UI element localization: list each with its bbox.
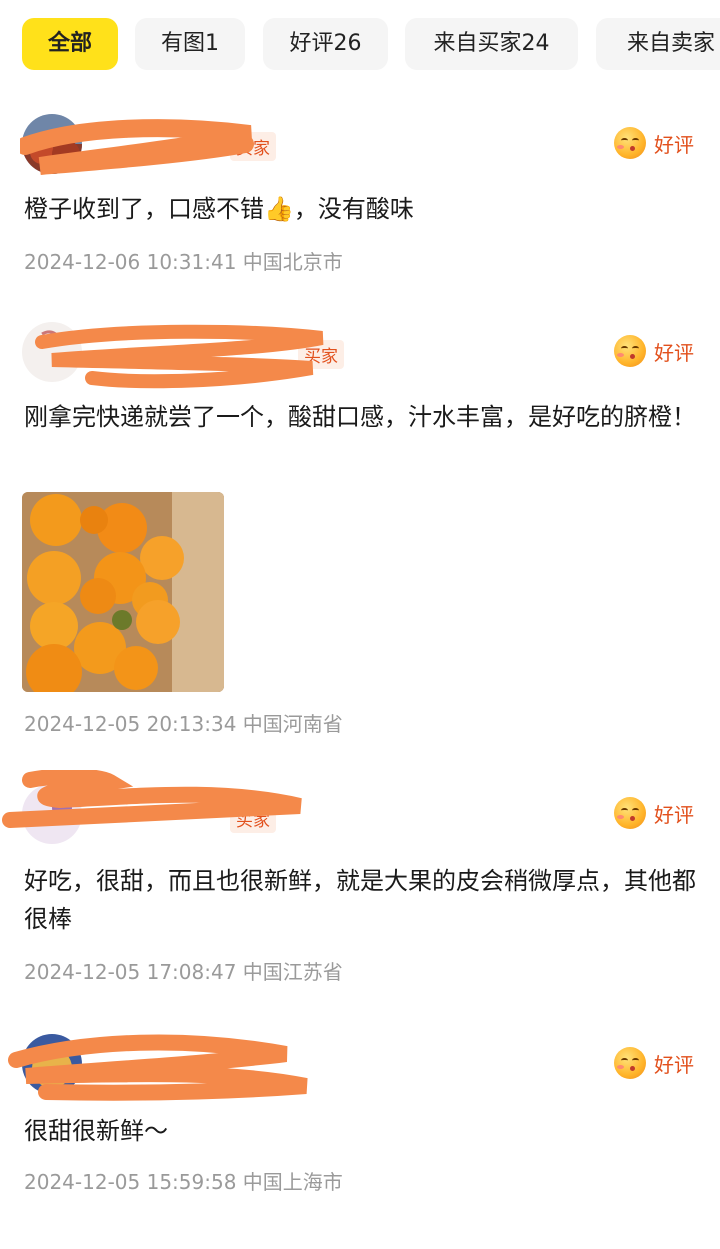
smile-emoji-icon	[614, 1047, 646, 1079]
tab-all[interactable]: 全部	[22, 18, 118, 70]
review-location: 中国河南省	[242, 712, 343, 736]
review-photo[interactable]	[22, 492, 224, 692]
smile-emoji-icon	[614, 797, 646, 829]
review-content: 很甜很新鲜～	[24, 1117, 168, 1145]
redaction-mark	[8, 1034, 308, 1101]
rating-badge: 好评	[614, 1046, 694, 1080]
review-item: 买家 好评 刚拿完快递就尝了一个，酸甜口感，汁水丰富，是好吃的脐橙！ 2024-…	[0, 318, 720, 748]
review-location: 中国江苏省	[242, 960, 343, 984]
review-meta: 2024-12-05 17:08:47 中国江苏省	[24, 956, 343, 985]
review-content: 橙子收到了，口感不错👍，没有酸味	[24, 195, 414, 223]
redaction-mark	[20, 119, 254, 175]
rating-badge: 好评	[614, 126, 694, 160]
tab-with-image[interactable]: 有图1	[135, 18, 245, 70]
review-date: 2024-12-05 15:59:58	[24, 1170, 237, 1194]
rating-badge: 好评	[614, 334, 694, 368]
tab-from-seller[interactable]: 来自卖家	[596, 18, 720, 70]
orange-photo-icon	[22, 492, 224, 692]
rating-badge: 好评	[614, 796, 694, 830]
redaction-mark	[2, 770, 302, 828]
tab-positive[interactable]: 好评26	[263, 18, 388, 70]
review-content: 刚拿完快递就尝了一个，酸甜口感，汁水丰富，是好吃的脐橙！	[24, 403, 696, 431]
redaction-mark	[35, 324, 324, 389]
review-item: 好评 很甜很新鲜～ 2024-12-05 15:59:58 中国上海市	[0, 1030, 720, 1205]
review-date: 2024-12-06 10:31:41	[24, 250, 237, 274]
review-location: 中国上海市	[242, 1170, 343, 1194]
review-location: 中国北京市	[242, 250, 343, 274]
review-content: 好吃，很甜，而且也很新鲜，就是大果的皮会稍微厚点，其他都很棒	[24, 867, 696, 933]
smile-emoji-icon	[614, 335, 646, 367]
tab-from-buyer[interactable]: 来自买家24	[405, 18, 578, 70]
review-item: 买家 好评 好吃，很甜，而且也很新鲜，就是大果的皮会稍微厚点，其他都很棒 202…	[0, 770, 720, 1005]
review-meta: 2024-12-06 10:31:41 中国北京市	[24, 246, 343, 275]
review-date: 2024-12-05 20:13:34	[24, 712, 237, 736]
filter-tabs: 全部 有图1 好评26 来自买家24 来自卖家	[22, 18, 720, 70]
review-date: 2024-12-05 17:08:47	[24, 960, 237, 984]
review-item: 买家 好评 橙子收到了，口感不错👍，没有酸味 2024-12-06 10:31:…	[0, 110, 720, 285]
review-meta: 2024-12-05 20:13:34 中国河南省	[24, 708, 343, 737]
review-meta: 2024-12-05 15:59:58 中国上海市	[24, 1166, 343, 1195]
smile-emoji-icon	[614, 127, 646, 159]
